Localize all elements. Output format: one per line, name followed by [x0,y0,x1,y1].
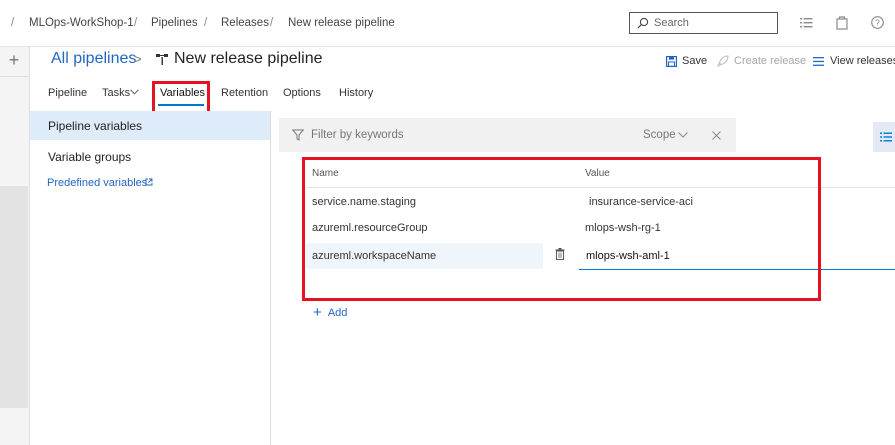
filter-icon [292,129,304,141]
pipeline-icon [156,54,168,65]
save-button[interactable]: Save [682,55,707,67]
scope-dropdown[interactable]: Scope [643,129,676,141]
filter-input[interactable]: Filter by keywords [311,129,404,141]
search-placeholder: Search [654,17,689,29]
tab-history[interactable]: History [339,87,373,99]
external-link-icon [145,178,153,186]
breadcrumb-project[interactable]: MLOps-WorkShop-1 [29,17,134,29]
plus-icon: + [313,304,322,321]
all-pipelines-link[interactable]: All pipelines [51,50,136,68]
save-icon [666,56,677,67]
list-icon [813,57,824,66]
add-variable-button[interactable]: + Add [313,303,348,321]
tab-pipeline[interactable]: Pipeline [48,87,87,99]
search-input[interactable]: Search [629,12,778,34]
plus-icon[interactable]: + [5,50,23,71]
list-icon[interactable] [800,17,813,29]
rail-grey-panel [0,186,28,408]
breadcrumb-separator: / [134,17,138,29]
breadcrumb-separator: / [11,17,15,29]
list-icon [880,132,892,142]
breadcrumb-current: New release pipeline [288,17,395,29]
tab-options[interactable]: Options [283,87,321,99]
header-chevron: > [133,51,142,68]
breadcrumb-pipelines[interactable]: Pipelines [151,17,198,29]
page-title: New release pipeline [174,50,323,67]
nav-pipeline-variables[interactable]: Pipeline variables [48,119,142,133]
bag-icon[interactable] [836,15,848,30]
highlight-box-tab [152,81,210,114]
search-icon [637,17,649,29]
breadcrumb-separator: / [270,17,274,29]
chevron-down-icon [130,89,139,95]
tab-retention[interactable]: Retention [221,87,268,99]
svg-text:?: ? [875,18,880,28]
create-release-button[interactable]: Create release [734,55,806,67]
close-icon[interactable] [712,131,721,140]
add-label: Add [327,307,348,319]
breadcrumb-separator: / [204,17,208,29]
breadcrumb-releases[interactable]: Releases [221,17,269,29]
help-icon[interactable]: ? [871,16,884,29]
highlight-box-variables [302,157,821,301]
predefined-variables-link[interactable]: Predefined variables [47,177,147,189]
view-releases-button[interactable]: View releases [830,55,895,67]
rail-divider [0,76,29,77]
rocket-icon [717,55,729,67]
tab-tasks[interactable]: Tasks [102,87,130,99]
chevron-down-icon [678,132,688,138]
nav-variable-groups[interactable]: Variable groups [48,150,131,164]
list-view-button[interactable] [873,122,895,152]
